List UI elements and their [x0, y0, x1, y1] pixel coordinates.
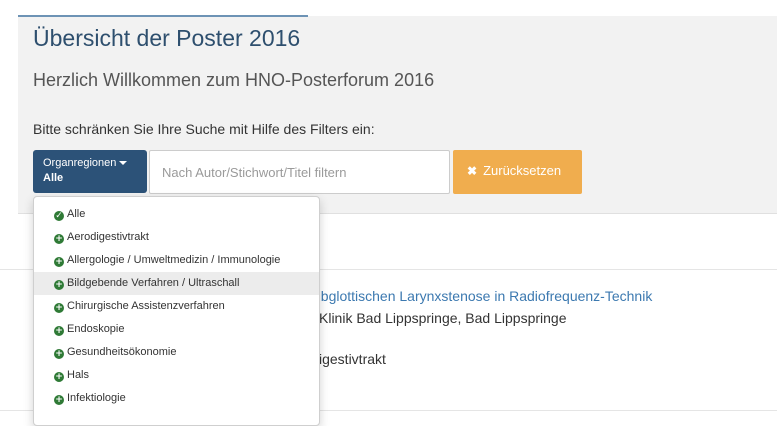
plus-circle-icon: +	[54, 303, 64, 313]
dropdown-item-label: Alle	[67, 208, 86, 220]
close-icon: ✖	[467, 164, 478, 178]
check-circle-icon: ✓	[54, 211, 64, 221]
dropdown-item-hals[interactable]: + Hals	[34, 364, 319, 387]
organ-region-selected: Alle	[43, 172, 64, 184]
dropdown-item-chirurgische-assistenzverfahren[interactable]: + Chirurgische Assistenzverfahren	[34, 295, 319, 318]
organ-region-dropdown-menu: ✓ Alle + Aerodigestivtrakt + Allergologie /…	[33, 196, 320, 426]
dropdown-item-label: Allergologie / Umweltmedizin / Immunolog…	[67, 254, 281, 266]
dropdown-item-label: Infektiologie	[67, 392, 126, 404]
search-input[interactable]	[149, 150, 450, 194]
plus-circle-icon: +	[54, 349, 64, 359]
poster-title-link[interactable]: ubglottischen Larynxstenose in Radiofreq…	[313, 288, 652, 304]
dropdown-item-label: Chirurgische Assistenzverfahren	[67, 300, 225, 312]
plus-circle-icon: +	[54, 326, 64, 336]
dropdown-item-label: Aerodigestivtrakt	[67, 231, 149, 243]
dropdown-item-label: Hals	[67, 369, 90, 381]
dropdown-item-label: Bildgebende Verfahren / Ultraschall	[67, 277, 240, 289]
organ-region-dropdown-button[interactable]: Organregionen Alle	[33, 150, 147, 193]
dropdown-item-gesundheitsoekonomie[interactable]: + Gesundheitsökonomie	[34, 341, 319, 364]
dropdown-item-infektiologie[interactable]: + Infektiologie	[34, 387, 319, 410]
organ-region-label: Organregionen	[43, 157, 117, 169]
plus-circle-icon: +	[54, 234, 64, 244]
caret-down-icon	[119, 161, 128, 166]
dropdown-item-endoskopie[interactable]: + Endoskopie	[34, 318, 319, 341]
dropdown-item-label: Gesundheitsökonomie	[67, 346, 177, 358]
reset-button[interactable]: ✖ Zurücksetzen	[453, 150, 582, 194]
plus-circle-icon: +	[54, 257, 64, 267]
top-strip	[0, 0, 777, 16]
reset-label: Zurücksetzen	[483, 163, 562, 178]
welcome-heading: Herzlich Willkommen zum HNO-Posterforum …	[33, 70, 435, 90]
dropdown-item-bildgebende-verfahren[interactable]: + Bildgebende Verfahren / Ultraschall	[34, 272, 319, 295]
dropdown-item-label: Endoskopie	[67, 323, 125, 335]
poster-region: igestivtrakt	[319, 351, 386, 367]
title-accent-line	[18, 15, 308, 17]
page-title: Übersicht der Poster 2016	[33, 25, 301, 51]
plus-circle-icon: +	[54, 372, 64, 382]
plus-circle-icon: +	[54, 280, 64, 290]
dropdown-item-alle[interactable]: ✓ Alle	[34, 203, 319, 226]
dropdown-item-allergologie[interactable]: + Allergologie / Umweltmedizin / Immunolo…	[34, 249, 319, 272]
filter-hint: Bitte schränken Sie Ihre Suche mit Hilfe…	[33, 121, 375, 137]
poster-location: Klinik Bad Lippspringe, Bad Lippspringe	[319, 310, 567, 326]
dropdown-item-aerodigestivtrakt[interactable]: + Aerodigestivtrakt	[34, 226, 319, 249]
plus-circle-icon: +	[54, 395, 64, 405]
